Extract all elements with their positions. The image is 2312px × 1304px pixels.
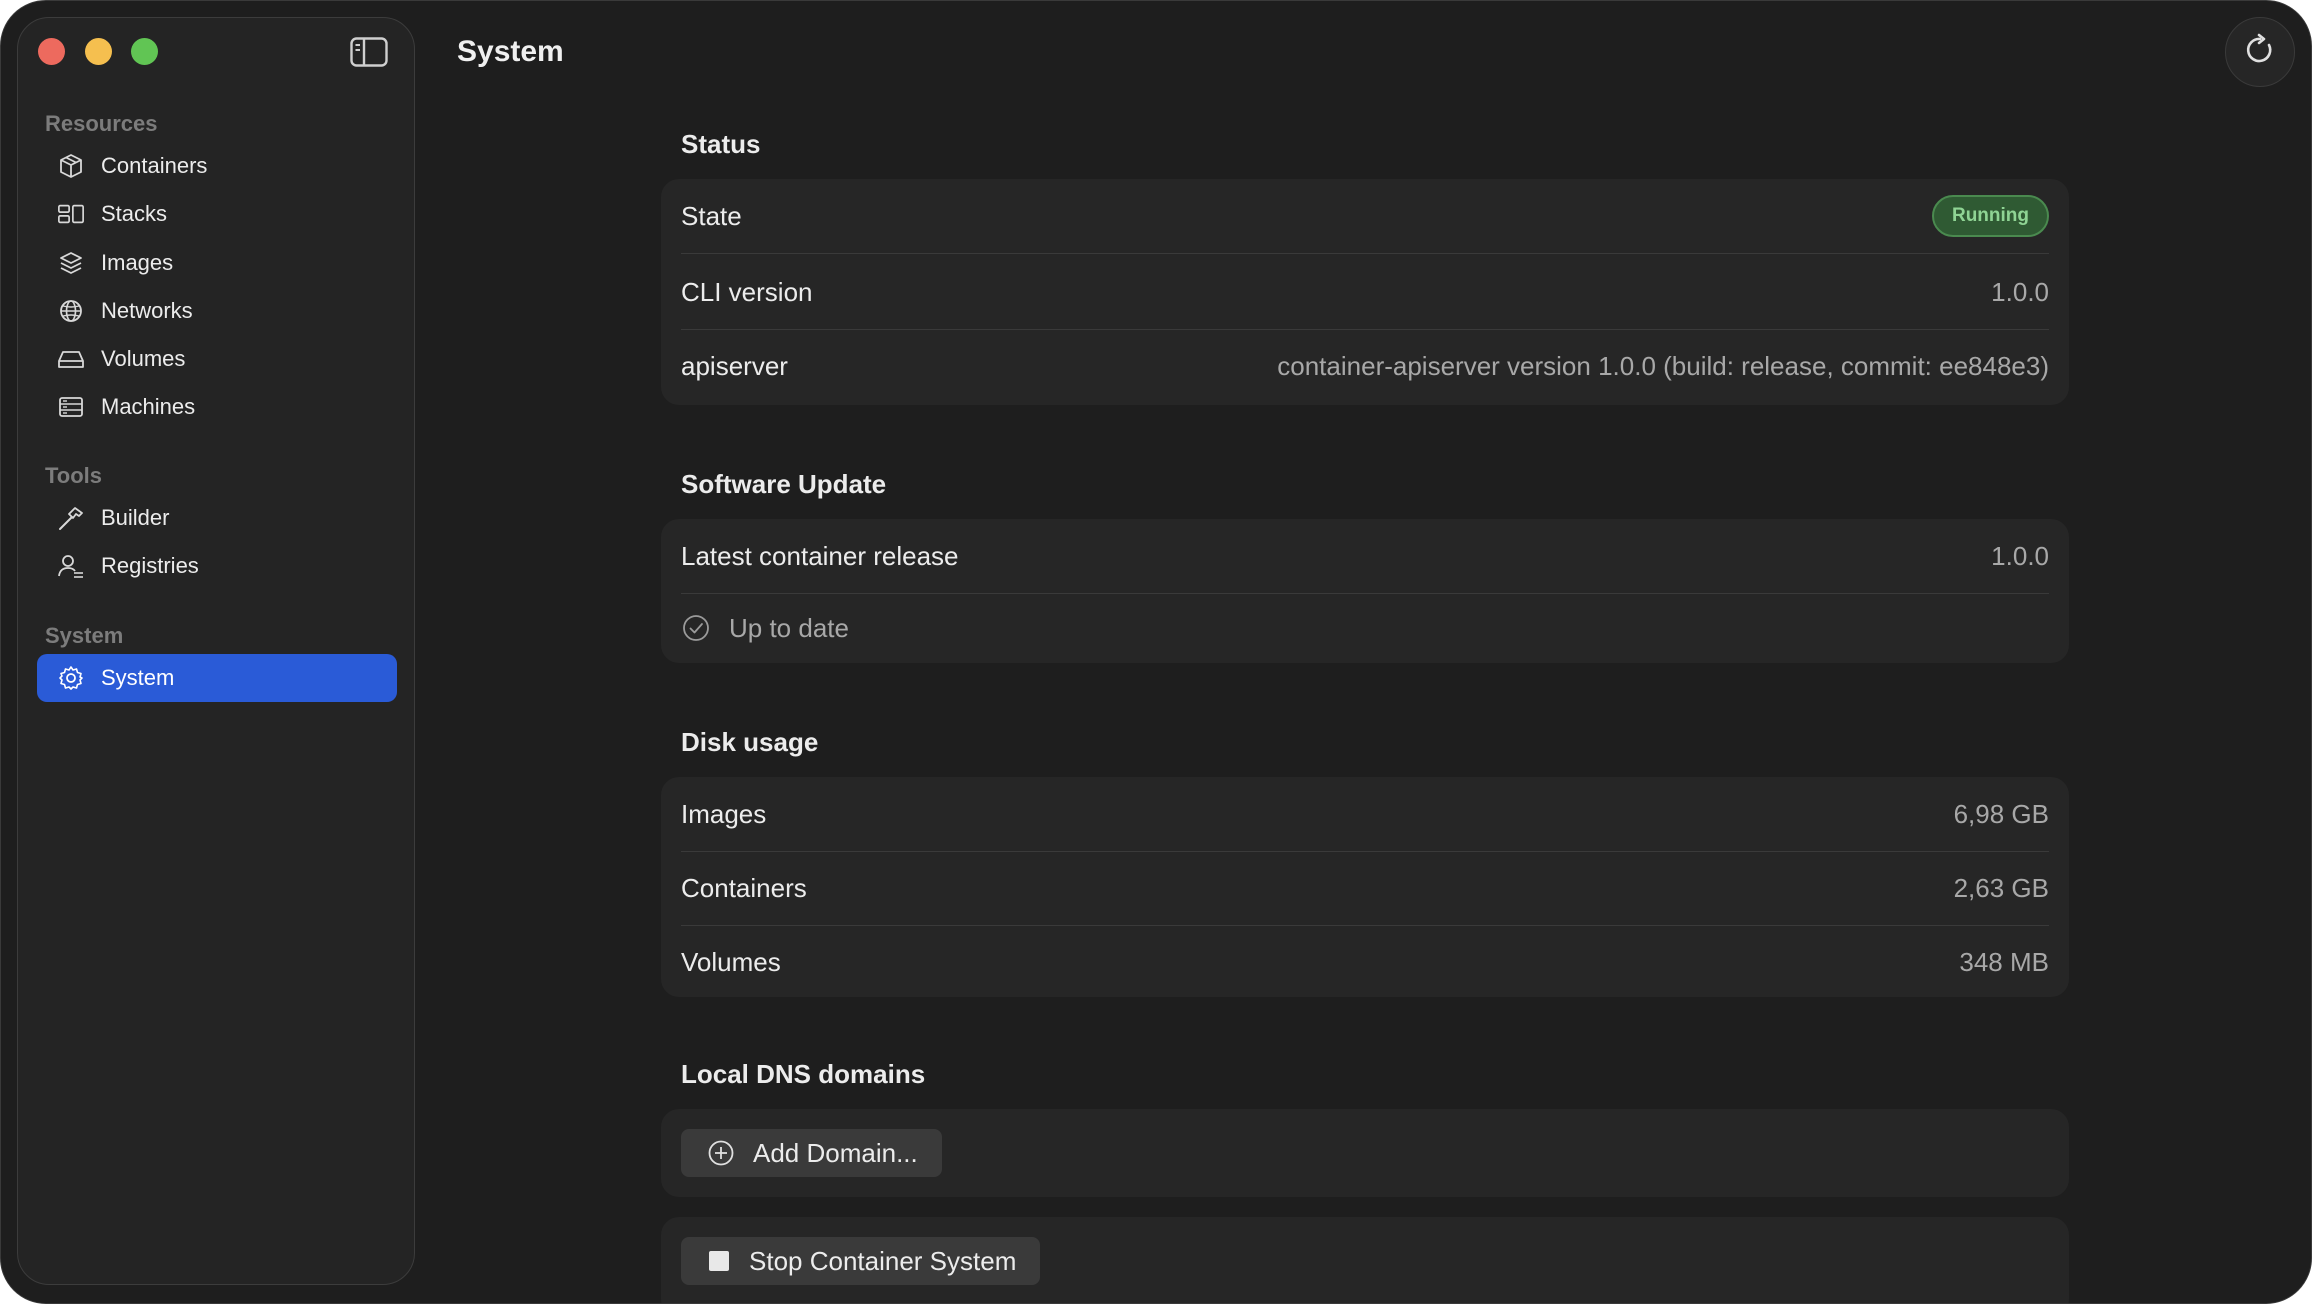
refresh-icon (2243, 33, 2277, 72)
software-update-heading: Software Update (681, 469, 887, 499)
sidebar-item-networks[interactable]: Networks (37, 287, 397, 335)
cli-version-value: 1.0.0 (1991, 276, 2049, 307)
disk-row-label: Containers (681, 872, 807, 903)
latest-release-value: 1.0.0 (1991, 540, 2049, 571)
sidebar-item-label: Registries (101, 553, 199, 578)
minimize-window-button[interactable] (85, 38, 112, 65)
plus-circle-icon (707, 1139, 735, 1167)
status-heading: Status (681, 129, 761, 159)
update-status-text: Up to date (729, 612, 849, 643)
state-row: State Running (681, 179, 2049, 254)
update-status-row: Up to date (681, 591, 2049, 665)
latest-release-row: Latest container release 1.0.0 (681, 519, 2049, 594)
cube-icon (57, 152, 85, 180)
checkmark-circle-icon (681, 613, 711, 643)
disk-row-label: Images (681, 798, 767, 829)
person-icon (57, 552, 85, 580)
sidebar-item-system[interactable]: System (37, 654, 397, 702)
sidebar-item-label: Stacks (101, 201, 168, 226)
sidebar-item-builder[interactable]: Builder (37, 494, 397, 542)
sidebar-item-registries[interactable]: Registries (37, 542, 397, 590)
page-title: System (457, 35, 564, 68)
layers-icon (57, 249, 85, 277)
sidebar-item-label: Networks (101, 298, 193, 323)
sidebar-item-label: Machines (101, 394, 196, 419)
server-icon (57, 393, 85, 421)
sidebar-item-stacks[interactable]: Stacks (37, 190, 397, 238)
state-label: State (681, 200, 742, 231)
drive-icon (57, 345, 85, 373)
sidebar-item-label: Builder (101, 505, 170, 530)
disk-row-value: 348 MB (1959, 946, 2049, 977)
apiserver-row: apiserver container-apiserver version 1.… (681, 329, 2049, 403)
stack-icon (57, 200, 85, 228)
sidebar-section-tools: Tools (45, 463, 103, 488)
dns-heading: Local DNS domains (681, 1059, 926, 1089)
disk-row-containers: Containers 2,63 GB (681, 851, 2049, 926)
sidebar-item-label: Images (101, 250, 174, 275)
actions-card: Stop Container System (661, 1217, 2069, 1303)
close-window-button[interactable] (38, 38, 65, 65)
status-card: State Running CLI version 1.0.0 apiserve… (661, 179, 2069, 405)
disk-row-label: Volumes (681, 946, 781, 977)
disk-usage-card: Images 6,98 GB Containers 2,63 GB Volume… (661, 777, 2069, 997)
sidebar-item-machines[interactable]: Machines (37, 383, 397, 431)
sidebar-item-volumes[interactable]: Volumes (37, 335, 397, 383)
disk-row-volumes: Volumes 348 MB (681, 925, 2049, 999)
globe-icon (57, 297, 85, 325)
sidebar-item-images[interactable]: Images (37, 239, 397, 287)
add-domain-label: Add Domain... (753, 1137, 918, 1168)
sidebar-toggle-icon[interactable] (350, 37, 388, 67)
app-window: Resources Containers Stacks Images Netwo… (0, 0, 2312, 1304)
latest-release-label: Latest container release (681, 540, 959, 571)
status-badge: Running (1931, 195, 2049, 237)
software-update-card: Latest container release 1.0.0 Up to dat… (661, 519, 2069, 663)
cli-version-row: CLI version 1.0.0 (681, 255, 2049, 330)
stop-container-system-label: Stop Container System (749, 1245, 1017, 1276)
apiserver-value: container-apiserver version 1.0.0 (build… (1277, 350, 2049, 381)
gear-icon (57, 664, 85, 692)
disk-row-images: Images 6,98 GB (681, 777, 2049, 852)
sidebar-item-label: Volumes (101, 346, 186, 371)
sidebar-item-label: Containers (101, 153, 208, 178)
sidebar-item-label: System (101, 665, 175, 690)
sidebar-item-containers[interactable]: Containers (37, 142, 397, 190)
zoom-window-button[interactable] (131, 38, 158, 65)
disk-row-value: 2,63 GB (1953, 872, 2049, 903)
disk-usage-heading: Disk usage (681, 727, 819, 757)
stop-icon (707, 1249, 731, 1273)
add-domain-button[interactable]: Add Domain... (681, 1129, 942, 1177)
disk-row-value: 6,98 GB (1953, 798, 2049, 829)
hammer-icon (57, 504, 85, 532)
refresh-button[interactable] (2225, 17, 2295, 87)
cli-version-label: CLI version (681, 276, 813, 307)
stop-container-system-button[interactable]: Stop Container System (681, 1237, 1041, 1285)
dns-card: Add Domain... (661, 1109, 2069, 1197)
sidebar-section-resources: Resources (45, 111, 158, 136)
sidebar-section-system: System (45, 623, 124, 648)
apiserver-label: apiserver (681, 350, 788, 381)
